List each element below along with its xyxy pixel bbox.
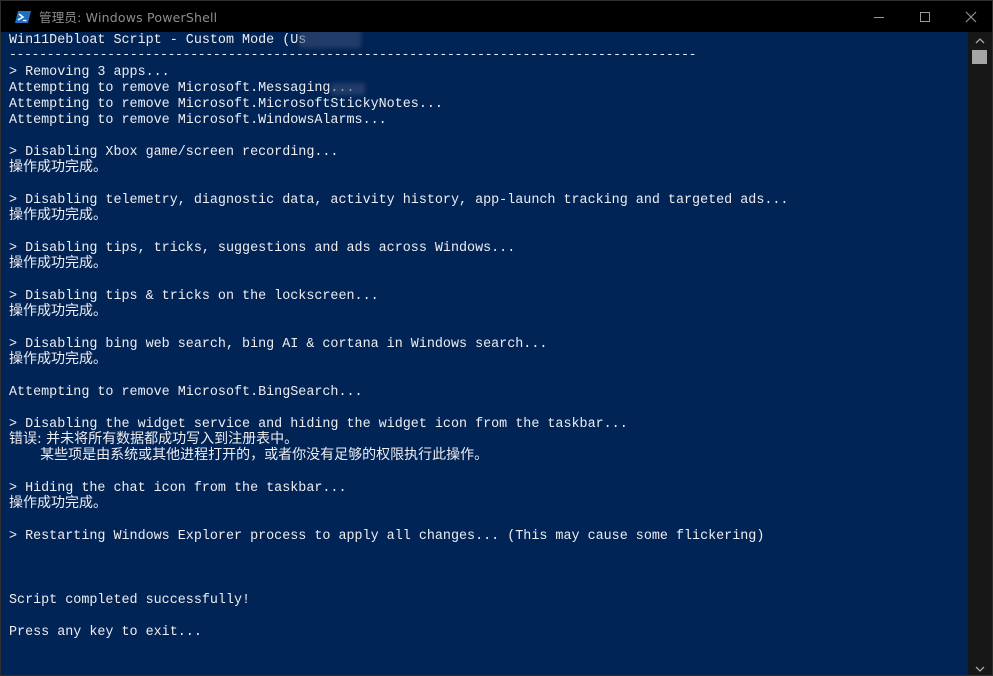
powershell-icon	[15, 10, 31, 23]
scroll-down-button[interactable]	[968, 660, 992, 675]
close-icon	[965, 11, 977, 22]
console-line-prompt: Press any key to exit...	[9, 625, 202, 640]
redacted-region	[299, 32, 361, 48]
console-line: Attempting to remove Microsoft.Messaging…	[9, 81, 355, 96]
chevron-up-icon	[975, 37, 985, 43]
console-line-error: 错误: 并未将所有数据都成功写入到注册表中。	[9, 431, 299, 447]
console-line-success: 操作成功完成。	[9, 159, 107, 175]
chevron-down-icon	[975, 666, 985, 672]
minimize-icon	[874, 16, 884, 18]
console-line-success: 操作成功完成。	[9, 351, 107, 367]
console-output[interactable]: Win11Debloat Script - Custom Mode (Us --…	[1, 32, 969, 675]
close-button[interactable]	[948, 1, 992, 32]
console-line: > Restarting Windows Explorer process to…	[9, 529, 765, 544]
console-line: > Removing 3 apps...	[9, 65, 170, 80]
vertical-scrollbar[interactable]	[968, 32, 992, 675]
maximize-icon	[920, 11, 930, 22]
window-controls	[856, 1, 992, 32]
scrollbar-thumb[interactable]	[972, 50, 987, 64]
window-title: 管理员: Windows PowerShell	[39, 10, 218, 25]
console-line-complete: Script completed successfully!	[9, 593, 251, 608]
console-line: > Disabling telemetry, diagnostic data, …	[9, 193, 789, 208]
console-line-success: 操作成功完成。	[9, 495, 107, 511]
console-line: Attempting to remove Microsoft.Microsoft…	[9, 97, 443, 112]
console-line-error-detail: 某些项是由系统或其他进程打开的，或者你没有足够的权限执行此操作。	[9, 447, 489, 463]
powershell-window[interactable]: 管理员: Windows PowerShell Win11Debloat Scr…	[0, 0, 993, 676]
title-bar[interactable]: 管理员: Windows PowerShell	[1, 1, 992, 32]
console-line: Attempting to remove Microsoft.BingSearc…	[9, 385, 363, 400]
maximize-button[interactable]	[902, 1, 948, 32]
console-line-success: 操作成功完成。	[9, 255, 107, 271]
console-line-separator: ----------------------------------------…	[9, 47, 697, 62]
console-line: Attempting to remove Microsoft.WindowsAl…	[9, 113, 387, 128]
console-line-success: 操作成功完成。	[9, 207, 107, 223]
minimize-button[interactable]	[856, 1, 902, 32]
console-line-success: 操作成功完成。	[9, 303, 107, 319]
scroll-up-button[interactable]	[968, 32, 992, 49]
redacted-region	[331, 83, 365, 95]
